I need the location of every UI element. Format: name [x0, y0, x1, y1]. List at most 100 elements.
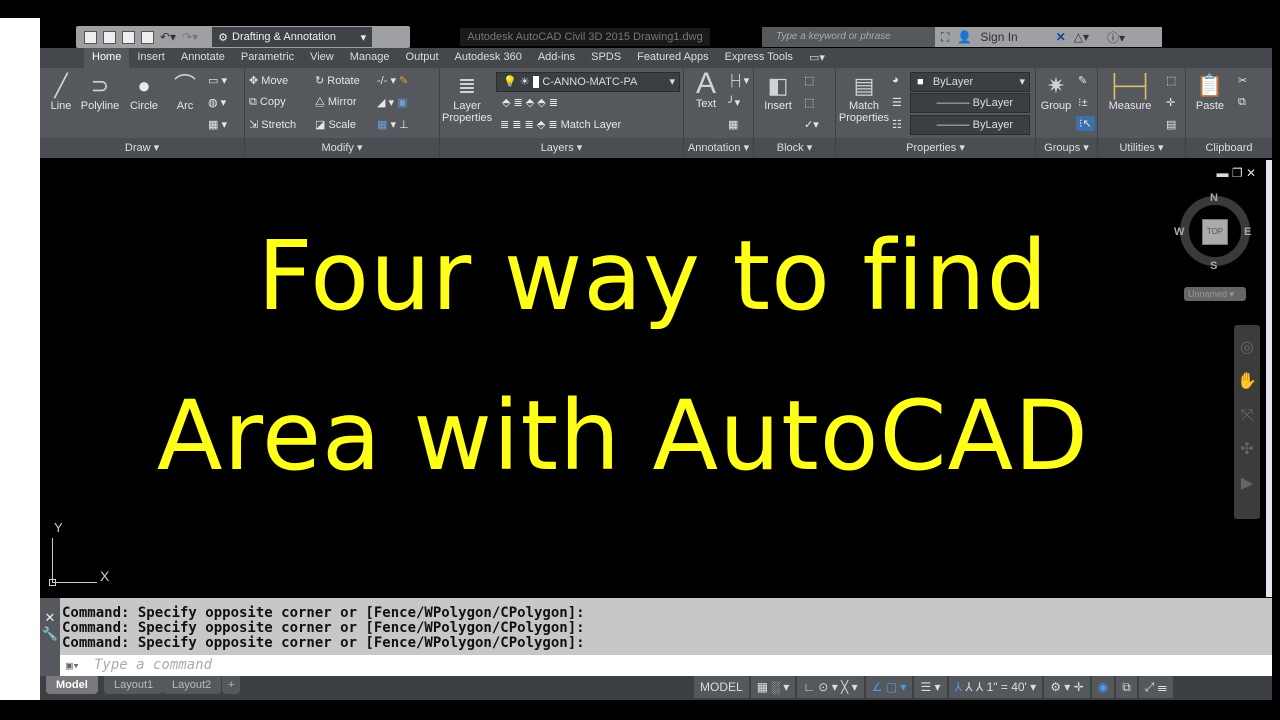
search-input[interactable]: Type a keyword or phrase: [762, 27, 935, 47]
ui-icon[interactable]: ⧉: [1116, 676, 1137, 698]
tab-home[interactable]: Home: [84, 48, 130, 68]
insert-button[interactable]: ◧ Insert: [760, 72, 796, 112]
color-dropdown[interactable]: ■ ByLayer ▾: [910, 72, 1030, 92]
command-line-handle[interactable]: ✕ 🔧: [40, 598, 60, 676]
group-edit-icon[interactable]: ⁝±: [1078, 96, 1088, 109]
annotation-panel-title[interactable]: Annotation ▾: [684, 138, 753, 158]
scale-button[interactable]: ◪ Scale: [315, 118, 356, 131]
move-button[interactable]: ✥ Move: [249, 74, 288, 87]
tab-annotate[interactable]: Annotate: [173, 48, 233, 68]
viewcube-top[interactable]: TOP: [1202, 219, 1228, 245]
tab-manage[interactable]: Manage: [342, 48, 398, 68]
command-input[interactable]: ▣▾ Type a command: [60, 655, 1272, 676]
circle-button[interactable]: ● Circle: [126, 72, 162, 112]
tab-add-ins[interactable]: Add-ins: [530, 48, 583, 68]
dimension-icon[interactable]: ├┤▾: [728, 74, 749, 87]
lineweight-toggle-icon[interactable]: ☰ ▾: [914, 676, 947, 698]
tab-output[interactable]: Output: [398, 48, 447, 68]
lineweight-dropdown[interactable]: ——— ByLayer: [910, 115, 1030, 135]
model-space-button[interactable]: MODEL: [694, 676, 749, 698]
sign-in-button[interactable]: Sign In: [980, 30, 1017, 44]
tab-parametric[interactable]: Parametric: [233, 48, 302, 68]
ungroup-icon[interactable]: ✎: [1078, 74, 1087, 87]
scrollbar[interactable]: [1266, 160, 1272, 597]
cut-icon[interactable]: ✂: [1238, 74, 1247, 87]
quick-select-icon[interactable]: ⬚: [1166, 74, 1176, 87]
zoom-icon[interactable]: ⤧: [1234, 399, 1260, 433]
ucs-dropdown[interactable]: Unnamed ▾: [1184, 287, 1246, 301]
attribute-icon[interactable]: ✓▾: [804, 118, 819, 131]
showmotion-icon[interactable]: ▶: [1234, 467, 1260, 501]
match-properties-button[interactable]: ▤ Match Properties: [838, 72, 890, 124]
copy-clip-icon[interactable]: ⧉: [1238, 96, 1246, 109]
exchange-icon[interactable]: ✕: [1056, 30, 1066, 44]
a360-icon[interactable]: △▾: [1074, 30, 1089, 44]
copy-button[interactable]: ⧉ Copy: [249, 96, 286, 109]
clipboard-panel-title[interactable]: Clipboard: [1186, 138, 1272, 158]
match-layer-button[interactable]: ≣ ≣ ≣ ⬘ ≣ Match Layer: [500, 118, 621, 131]
tab-express-tools[interactable]: Express Tools: [717, 48, 801, 68]
mirror-button[interactable]: ⧋ Mirror: [315, 96, 357, 109]
array-icon[interactable]: ▦ ▾ ⊥: [377, 118, 409, 131]
block-panel-title[interactable]: Block ▾: [754, 138, 835, 158]
trim-icon[interactable]: -/- ▾ ✎: [377, 74, 408, 87]
layer-tools-icon[interactable]: ⬘ ≣ ⬘ ⬘ ≣: [502, 96, 558, 109]
binoculars-icon[interactable]: ⛶: [941, 30, 949, 45]
groups-panel-title[interactable]: Groups ▾: [1036, 138, 1097, 158]
save-icon[interactable]: [122, 30, 135, 44]
pan-icon[interactable]: ✋: [1234, 365, 1260, 399]
layout-tab-layout2[interactable]: Layout2: [162, 676, 222, 694]
tab-featured-apps[interactable]: Featured Apps: [629, 48, 717, 68]
line-button[interactable]: ╱ Line: [46, 72, 76, 112]
calculator-icon[interactable]: ▤: [1166, 118, 1176, 131]
open-icon[interactable]: [103, 30, 116, 44]
group-selection-icon[interactable]: ⁝↖: [1076, 116, 1095, 131]
layer-dropdown[interactable]: 💡 ☀ ■ C-ANNO-MATC-PA ▾: [496, 72, 680, 92]
workspace-dropdown[interactable]: ⚙ Drafting & Annotation ▾: [212, 27, 373, 47]
tab-autodesk-360[interactable]: Autodesk 360: [447, 48, 530, 68]
rectangle-icon[interactable]: ▭ ▾: [208, 74, 227, 87]
paste-button[interactable]: 📋 Paste: [1192, 72, 1228, 112]
layout-tab-layout1[interactable]: Layout1: [104, 676, 164, 694]
isolate-icon[interactable]: ◉: [1091, 676, 1115, 698]
command-prompt-icon[interactable]: ▣▾: [66, 655, 79, 676]
workspace-gear-icon[interactable]: ⚙ ▾ ✛: [1044, 676, 1090, 698]
add-layout-button[interactable]: +: [222, 676, 241, 694]
draw-panel-title[interactable]: Draw ▾: [40, 138, 244, 158]
layer-properties-button[interactable]: ≣ Layer Properties: [442, 72, 492, 124]
boundary-icon[interactable]: ▦ ▾: [208, 118, 227, 131]
measure-button[interactable]: ├─┤ Measure: [1102, 72, 1158, 112]
tab-view[interactable]: View: [302, 48, 342, 68]
grid-icon[interactable]: ▦ ░ ▾: [750, 676, 796, 698]
ortho-polar-icon[interactable]: ∟ ⊙ ▾ ╳ ▾: [797, 676, 864, 698]
linetype-dropdown[interactable]: ——— ByLayer: [910, 93, 1030, 113]
create-block-icon[interactable]: ⬚: [804, 74, 814, 87]
undo-icon[interactable]: ↶▾: [160, 30, 176, 44]
drawing-canvas[interactable]: Four way to find Area with AutoCAD ▬ ❐ ✕…: [40, 160, 1266, 597]
fillet-icon[interactable]: ◢ ▾ ▣: [377, 96, 408, 109]
leader-icon[interactable]: ╯▾: [728, 96, 740, 109]
text-button[interactable]: A Text: [688, 69, 724, 111]
point-icon[interactable]: ✛: [1166, 96, 1175, 109]
steering-wheel-icon[interactable]: ◎: [1234, 331, 1260, 365]
close-icon[interactable]: ✕: [40, 610, 60, 626]
stretch-button[interactable]: ⇲ Stretch: [249, 118, 296, 131]
layout-tab-model[interactable]: Model: [46, 676, 98, 694]
hatch-icon[interactable]: ◍ ▾: [208, 96, 226, 109]
layers-panel-title[interactable]: Layers ▾: [440, 138, 683, 158]
fullscreen-icon[interactable]: ⤢ ☰: [1138, 676, 1173, 698]
navigation-bar[interactable]: ◎ ✋ ⤧ ✣ ▶: [1234, 325, 1260, 519]
wrench-icon[interactable]: 🔧: [40, 626, 60, 642]
group-button[interactable]: ✷ Group: [1038, 72, 1074, 112]
orbit-icon[interactable]: ✣: [1234, 433, 1260, 467]
tab-spds[interactable]: SPDS: [583, 48, 629, 68]
edit-block-icon[interactable]: ⬚: [804, 96, 814, 109]
polyline-button[interactable]: ⊃ Polyline: [78, 72, 122, 112]
help-icon[interactable]: ⓘ▾: [1107, 29, 1125, 46]
ribbon-toggle-icon[interactable]: ▭▾: [801, 48, 833, 68]
modify-panel-title[interactable]: Modify ▾: [245, 138, 439, 158]
redo-icon[interactable]: ↷▾: [182, 30, 198, 44]
viewport-controls[interactable]: ▬ ❐ ✕: [1217, 166, 1256, 180]
properties-panel-title[interactable]: Properties ▾: [836, 138, 1035, 158]
table-icon[interactable]: ▦: [728, 118, 738, 131]
